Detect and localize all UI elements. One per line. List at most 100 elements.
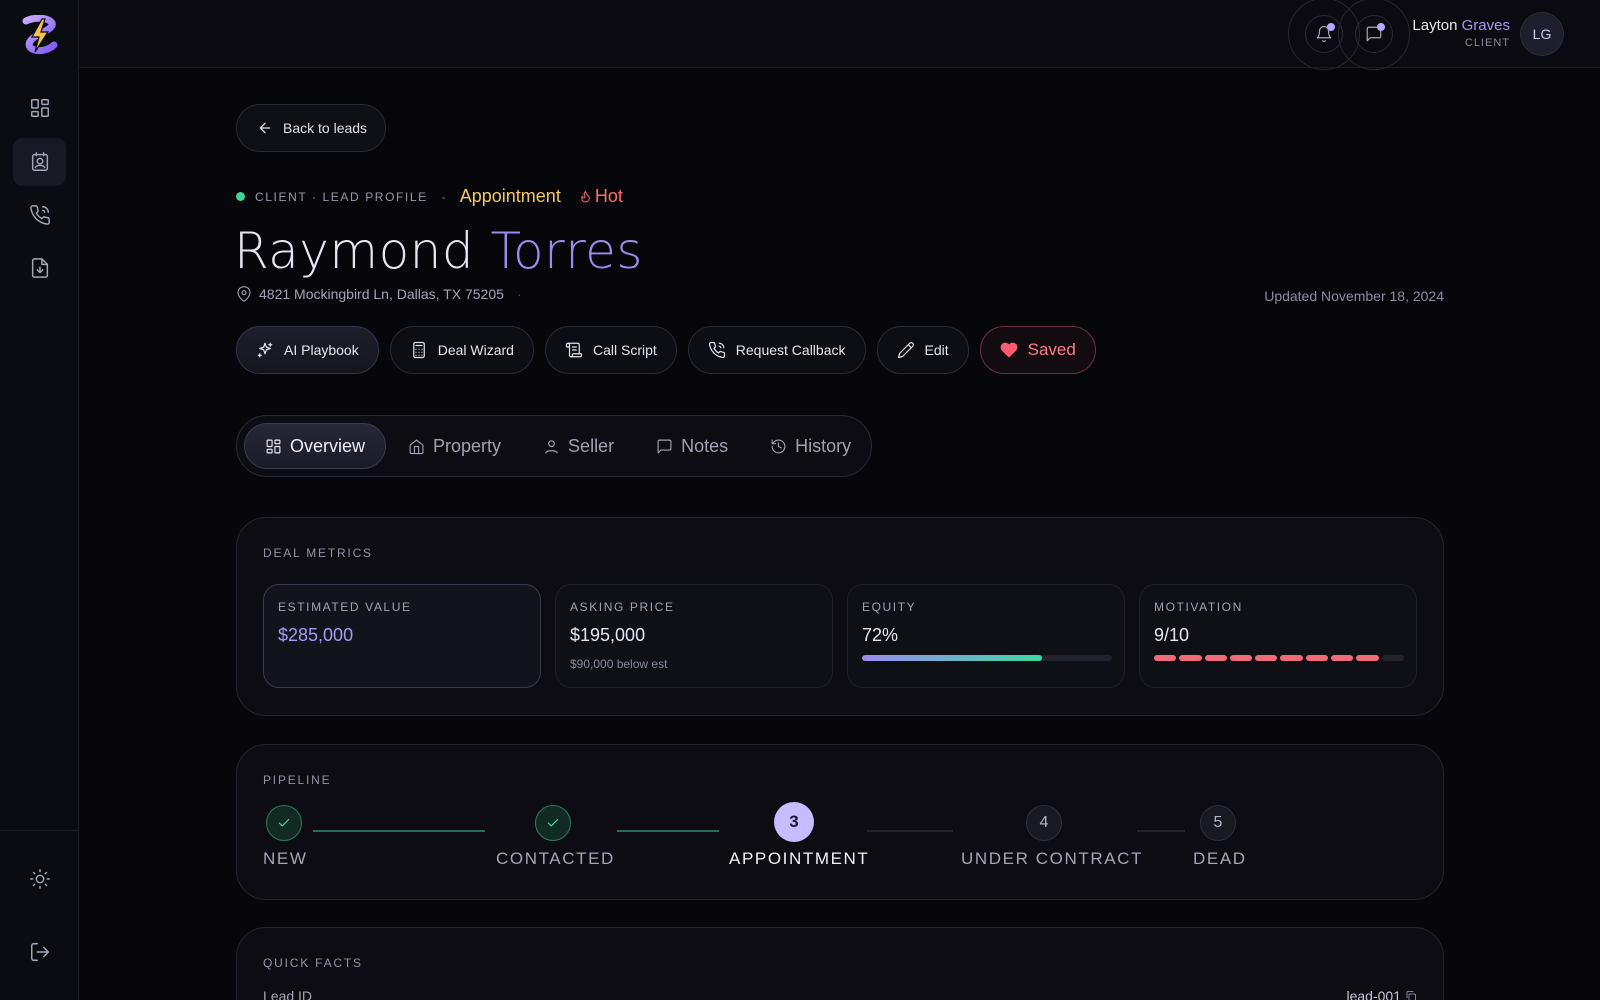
app-logo[interactable]: [20, 15, 58, 55]
pipeline-step-under-contract[interactable]: 4: [1026, 805, 1062, 841]
sidebar-item-downloads[interactable]: [13, 244, 66, 292]
ai-playbook-button[interactable]: AI Playbook: [236, 326, 379, 374]
tab-seller[interactable]: Seller: [523, 423, 634, 469]
address-suffix: ·: [516, 286, 522, 302]
motivation-segment: [1280, 655, 1303, 661]
sparkles-icon: [257, 342, 273, 358]
hot-badge: Hot: [579, 186, 623, 207]
hot-label: Hot: [594, 186, 623, 206]
history-icon: [771, 439, 786, 453]
motivation-segment: [1356, 655, 1379, 661]
copy-icon[interactable]: [1405, 990, 1417, 1000]
saved-button[interactable]: Saved: [979, 326, 1096, 374]
script-icon: [565, 342, 583, 358]
top-bar: Layton Graves CLIENT LG: [79, 0, 1600, 70]
request-callback-label: Request Callback: [735, 342, 846, 358]
motivation-segment: [1331, 655, 1354, 661]
tab-overview[interactable]: Overview: [244, 423, 387, 469]
home-icon: [409, 439, 424, 454]
saved-label: Saved: [1027, 340, 1076, 359]
motivation-segment: [1305, 655, 1329, 661]
calculator-icon: [412, 341, 425, 359]
grid-icon: [266, 439, 281, 453]
sidebar-item-calls[interactable]: [13, 191, 66, 239]
pipeline-step-contacted[interactable]: [535, 805, 571, 841]
metric-label: ESTIMATED VALUE: [278, 600, 412, 614]
deal-wizard-button[interactable]: Deal Wizard: [389, 326, 534, 374]
notifications-button[interactable]: [1305, 15, 1343, 53]
pipeline-step-label: UNDER CONTRACT: [961, 849, 1144, 868]
pipeline-card: PIPELINE NEW CONTACTED 3 APPOINTMENT 4 U…: [236, 744, 1444, 900]
motivation-segment: [1229, 655, 1253, 661]
pipeline-step-label: DEAD: [1193, 849, 1247, 868]
tab-property-label: Property: [433, 435, 502, 456]
eyebrow-text: CLIENT · LEAD PROFILE: [255, 189, 428, 204]
contact-card-icon: [31, 152, 48, 171]
updated-timestamp: Updated November 18, 2024: [1264, 288, 1444, 304]
tab-property[interactable]: Property: [388, 423, 521, 469]
user-icon: [545, 439, 558, 453]
sun-icon: [29, 869, 50, 889]
phone-callback-icon: [708, 341, 725, 359]
heart-icon: [1000, 342, 1018, 358]
avatar[interactable]: LG: [1520, 12, 1564, 56]
action-bar: AI Playbook Deal Wizard Call Script Requ…: [236, 326, 1096, 374]
lead-address: 4821 Mockingbird Ln, Dallas, TX 75205 ·: [236, 286, 522, 302]
pencil-icon: [897, 342, 914, 359]
equity-progress-bar: [862, 655, 1112, 661]
call-script-button[interactable]: Call Script: [544, 326, 677, 374]
arrow-left-icon: [259, 122, 271, 134]
fact-value[interactable]: lead-001: [1347, 988, 1418, 1000]
pipeline-step-appointment[interactable]: 3: [774, 802, 814, 842]
metric-equity: EQUITY 72%: [847, 584, 1125, 688]
edit-label: Edit: [924, 342, 949, 358]
equity-progress-fill: [862, 655, 1042, 661]
deal-metrics-card: DEAL METRICS ESTIMATED VALUE $285,000 AS…: [236, 517, 1444, 716]
message-icon: [657, 439, 672, 453]
eyebrow-separator: -: [441, 189, 446, 204]
tab-notes-label: Notes: [681, 435, 729, 456]
sidebar-item-dashboard[interactable]: [13, 84, 66, 132]
page-title: Raymond Torres: [234, 222, 643, 280]
pipeline-step-label: APPOINTMENT: [729, 849, 870, 868]
back-to-leads-button[interactable]: Back to leads: [236, 104, 386, 152]
user-last-name: Graves: [1461, 17, 1510, 34]
status-dot: [236, 192, 245, 201]
motivation-segment: [1179, 655, 1202, 661]
sidebar-item-leads[interactable]: [13, 138, 66, 186]
deal-metrics-title: DEAL METRICS: [263, 546, 373, 560]
fact-label: Lead ID: [263, 988, 313, 1000]
tab-bar: Overview Property Seller Notes History: [236, 415, 872, 477]
metric-label: EQUITY: [862, 600, 917, 614]
logout-button[interactable]: [13, 928, 66, 976]
download-file-icon: [31, 258, 48, 278]
request-callback-button[interactable]: Request Callback: [687, 326, 866, 374]
user-name[interactable]: Layton Graves: [1412, 17, 1510, 34]
theme-toggle-button[interactable]: [13, 855, 66, 903]
pipeline-connector: [313, 830, 485, 832]
check-icon: [547, 818, 559, 827]
tab-notes[interactable]: Notes: [636, 423, 748, 469]
tab-history[interactable]: History: [750, 423, 871, 469]
pipeline-step-dead[interactable]: 5: [1200, 805, 1236, 841]
call-script-label: Call Script: [592, 342, 657, 358]
motivation-segment: [1381, 655, 1404, 661]
pipeline-connector: [1137, 830, 1185, 832]
back-button-label: Back to leads: [283, 120, 368, 136]
metric-label: MOTIVATION: [1154, 600, 1243, 614]
map-pin-icon: [237, 286, 251, 302]
lead-id-value: lead-001: [1346, 988, 1402, 1000]
motivation-meter: [1154, 655, 1404, 661]
message-dot: [1377, 23, 1385, 31]
tab-overview-label: Overview: [290, 435, 366, 456]
user-role: CLIENT: [1464, 37, 1510, 49]
metric-motivation: MOTIVATION 9/10: [1139, 584, 1417, 688]
messages-button[interactable]: [1355, 15, 1393, 53]
address-text: 4821 Mockingbird Ln, Dallas, TX 75205: [259, 286, 504, 302]
logout-icon: [30, 943, 49, 961]
phone-icon: [29, 205, 50, 225]
pipeline-step-new[interactable]: [266, 805, 302, 841]
tab-history-label: History: [795, 435, 852, 456]
edit-button[interactable]: Edit: [876, 326, 969, 374]
metric-value: $285,000: [278, 625, 354, 645]
